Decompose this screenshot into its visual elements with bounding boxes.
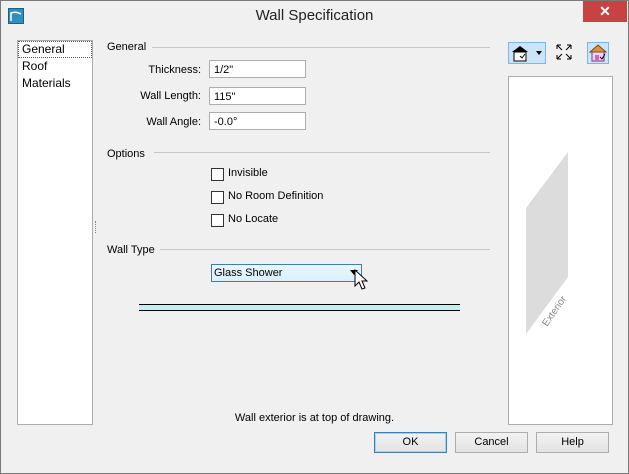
cancel-button[interactable]: Cancel (455, 432, 528, 453)
general-divider (152, 47, 490, 48)
wall-3d-preview: Exterior (526, 152, 570, 334)
ok-button[interactable]: OK (374, 432, 447, 453)
wall-length-field[interactable]: 115" (209, 87, 306, 105)
title-bar[interactable]: Wall Specification ✕ (1, 1, 628, 31)
nav-item-roof[interactable]: Roof (18, 58, 92, 75)
splitter-grip[interactable] (95, 221, 98, 233)
close-icon: ✕ (599, 3, 611, 19)
wall-type-select[interactable]: Glass Shower (211, 264, 362, 282)
wall-length-label: Wall Length: (140, 90, 201, 102)
window-title: Wall Specification (255, 7, 374, 24)
nav-item-materials[interactable]: Materials (18, 75, 92, 92)
thickness-label: Thickness: (148, 64, 201, 76)
pointer-cursor-icon (354, 269, 369, 290)
thickness-field[interactable]: 1/2" (209, 60, 306, 78)
house-view-icon (588, 44, 608, 62)
help-button[interactable]: Help (536, 432, 609, 453)
wall-type-value: Glass Shower (214, 267, 283, 279)
dialog-window: Wall Specification ✕ General Roof Materi… (0, 0, 629, 474)
wall-preview: Exterior (508, 76, 613, 425)
category-list[interactable]: General Roof Materials (17, 40, 93, 425)
no-room-definition-label: No Room Definition (228, 190, 324, 202)
fit-icon (556, 44, 572, 60)
fit-view-button[interactable] (554, 42, 576, 64)
view-dropdown-icon (512, 46, 542, 62)
wall-bottom-line (139, 310, 460, 311)
nav-item-general[interactable]: General (18, 41, 92, 58)
house-view-button[interactable] (587, 42, 609, 64)
no-locate-checkbox[interactable] (211, 214, 224, 227)
view-mode-button[interactable] (508, 42, 546, 64)
wall-type-divider (160, 249, 490, 250)
general-heading: General (107, 41, 147, 53)
invisible-checkbox[interactable] (211, 168, 224, 181)
options-divider (154, 152, 490, 153)
dialog-body: General Roof Materials General Thickness… (8, 31, 621, 466)
close-button[interactable]: ✕ (583, 1, 627, 22)
no-room-definition-checkbox[interactable] (211, 191, 224, 204)
invisible-label: Invisible (228, 167, 268, 179)
no-locate-label: No Locate (228, 213, 279, 225)
options-heading: Options (107, 148, 145, 160)
wall-angle-label: Wall Angle: (146, 116, 201, 128)
wall-type-heading: Wall Type (107, 244, 155, 256)
hint-text: Wall exterior is at top of drawing. (234, 412, 395, 424)
wall-angle-field[interactable]: -0.0° (209, 112, 306, 130)
